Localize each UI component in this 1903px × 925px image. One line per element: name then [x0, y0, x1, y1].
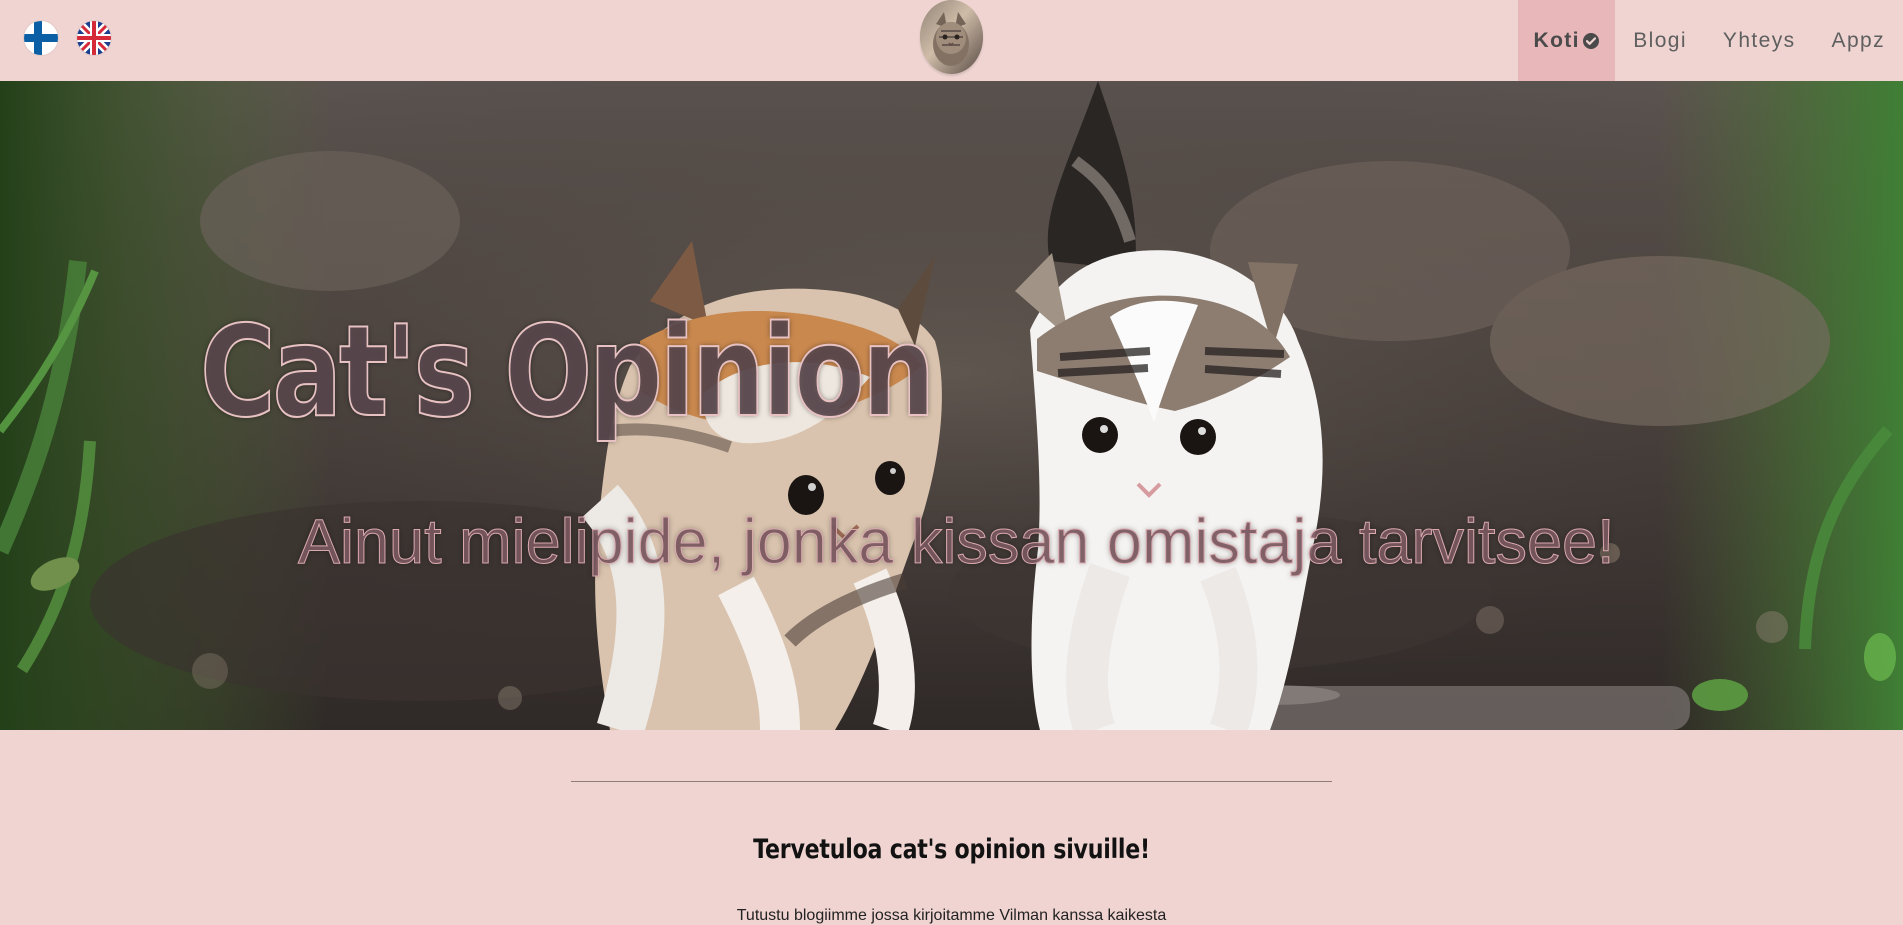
main-nav: Koti Blogi Yhteys Appz: [1518, 0, 1903, 81]
content-divider: [571, 781, 1332, 782]
page: Koti Blogi Yhteys Appz Cat's Opinion Ain…: [0, 0, 1903, 925]
nav-item-yhteys-label: Yhteys: [1722, 28, 1796, 52]
nav-item-blogi[interactable]: Blogi: [1615, 0, 1705, 81]
nav-item-appz-label: Appz: [1831, 28, 1885, 52]
gb-flag-icon[interactable]: [77, 21, 111, 55]
hero-subtitle: Ainut mielipide, jonka kissan omistaja t…: [298, 507, 1616, 577]
nav-item-appz[interactable]: Appz: [1814, 0, 1903, 81]
nav-item-koti[interactable]: Koti: [1518, 0, 1616, 81]
hero-banner: Cat's Opinion Ainut mielipide, jonka kis…: [0, 81, 1903, 730]
top-navigation-bar: Koti Blogi Yhteys Appz: [0, 0, 1903, 81]
hero-title: Cat's Opinion: [199, 298, 936, 445]
intro-text: Tutustu blogiimme jossa kirjoitamme Vilm…: [736, 907, 1167, 924]
nav-item-blogi-label: Blogi: [1633, 28, 1687, 52]
intro-heading: Tervetuloa cat's opinion sivuille!: [753, 834, 1150, 865]
check-circle-icon: [1582, 32, 1600, 50]
logo-avatar-icon[interactable]: [920, 0, 983, 74]
nav-item-koti-label: Koti: [1533, 28, 1580, 52]
fi-flag-icon[interactable]: [24, 21, 58, 55]
nav-item-yhteys[interactable]: Yhteys: [1705, 0, 1814, 81]
